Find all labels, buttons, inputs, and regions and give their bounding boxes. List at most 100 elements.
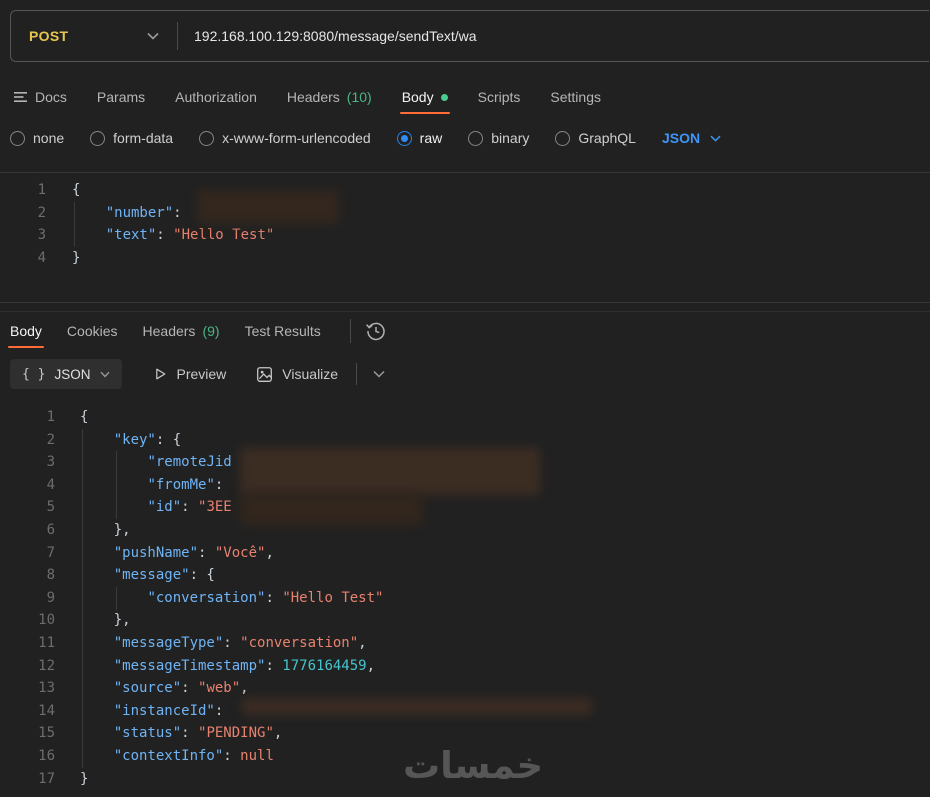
body-type-form-data[interactable]: form-data <box>90 130 173 146</box>
tab-label: Settings <box>550 89 601 105</box>
tab-label: Test Results <box>244 323 321 339</box>
khamsat-watermark: خمسات <box>403 744 544 787</box>
body-type-graphql[interactable]: GraphQL <box>555 130 636 146</box>
code-text: }, <box>113 612 131 629</box>
body-type-raw[interactable]: raw <box>396 130 443 146</box>
visualize-button[interactable]: Visualize <box>256 366 338 383</box>
tab-params[interactable]: Params <box>97 80 145 114</box>
line-number: 4 <box>46 476 55 493</box>
code-text: "source": "web", <box>113 680 249 697</box>
code-line: 3 "text": "Hello Test" <box>0 224 930 247</box>
code-line: 1{ <box>0 406 930 429</box>
chevron-down-icon <box>147 32 159 40</box>
line-number: 4 <box>37 249 46 266</box>
tab-settings[interactable]: Settings <box>550 80 601 114</box>
code-text: "message": { <box>113 567 215 584</box>
indent-guide <box>116 587 117 610</box>
radio-label: form-data <box>113 130 174 146</box>
code-text: } <box>72 249 81 266</box>
tab-label: Headers <box>142 323 196 339</box>
radio-icon <box>199 130 215 146</box>
request-body-editor[interactable]: 1{2 "number": 3 "text": "Hello Test" 4} <box>0 172 930 303</box>
code-line: 7 "pushName": "Você", <box>0 542 930 565</box>
code-line: 10 }, <box>0 609 930 632</box>
line-number: 12 <box>38 657 55 674</box>
redacted-region <box>240 493 423 525</box>
divider <box>356 363 358 385</box>
body-type-x-www-form-urlencoded[interactable]: x-www-form-urlencoded <box>199 130 371 146</box>
tab-count: (9) <box>202 323 220 339</box>
indent-guide <box>116 451 117 519</box>
tab-label: Params <box>96 89 146 105</box>
code-text: "fromMe": <box>147 476 232 493</box>
body-type-none[interactable]: none <box>10 130 64 146</box>
method-select[interactable]: POST <box>11 28 177 44</box>
divider <box>349 319 351 343</box>
line-number: 7 <box>46 544 55 561</box>
image-icon <box>257 366 273 382</box>
visualize-label: Visualize <box>282 366 339 382</box>
radio-label: raw <box>419 130 443 146</box>
history-icon[interactable] <box>365 320 387 342</box>
line-number: 8 <box>46 567 55 584</box>
tab-scripts[interactable]: Scripts <box>478 80 521 114</box>
code-line: 6 }, <box>0 519 930 542</box>
chevron-down-icon <box>99 371 110 378</box>
unsaved-changes-dot <box>440 93 448 101</box>
line-number: 2 <box>46 431 55 448</box>
indent-guide <box>82 429 83 768</box>
response-format-label: JSON <box>54 366 91 382</box>
code-text: } <box>80 770 89 787</box>
code-text: "messageType": "conversation", <box>113 634 367 651</box>
response-tab-cookies[interactable]: Cookies <box>67 314 118 348</box>
code-line: 9 "conversation": "Hello Test" <box>0 587 930 610</box>
raw-format-label: JSON <box>661 130 701 146</box>
request-url-bar: POST 192.168.100.129:8080/message/sendTe… <box>10 10 929 62</box>
tab-headers[interactable]: Headers (10) <box>287 80 372 114</box>
code-text: }, <box>113 521 131 538</box>
divider <box>177 22 178 50</box>
response-format-select[interactable]: { } JSON <box>10 359 122 389</box>
code-text: { <box>80 409 89 425</box>
tab-authorization[interactable]: Authorization <box>175 80 257 114</box>
response-toolbar: { } JSON Preview Visualize <box>10 358 385 390</box>
line-number: 13 <box>38 680 55 697</box>
line-number: 9 <box>46 589 55 606</box>
body-type-options: none form-data x-www-form-urlencoded raw bin… <box>10 124 721 152</box>
response-tab-body[interactable]: Body <box>8 314 44 348</box>
url-input[interactable]: 192.168.100.129:8080/message/sendText/wa <box>194 28 477 44</box>
radio-icon <box>396 130 412 146</box>
line-number: 11 <box>38 634 55 651</box>
radio-icon <box>555 130 571 146</box>
code-line: 11 "messageType": "conversation", <box>0 632 930 655</box>
code-line: 15 "status": "PENDING", <box>0 722 930 745</box>
preview-button[interactable]: Preview <box>152 366 227 382</box>
preview-label: Preview <box>176 366 227 382</box>
code-text: "conversation": "Hello Test" <box>147 589 384 606</box>
response-tab-headers[interactable]: Headers (9) <box>143 314 220 348</box>
postman-window: POST 192.168.100.129:8080/message/sendTe… <box>0 0 930 797</box>
line-number: 1 <box>37 182 46 198</box>
radio-label: x-www-form-urlencoded <box>222 130 371 146</box>
code-text: "id": "3EE <box>147 499 232 516</box>
response-tab-test-results[interactable]: Test Results <box>245 314 321 348</box>
body-type-binary[interactable]: binary <box>468 130 529 146</box>
line-number: 6 <box>46 521 55 538</box>
chevron-down-icon[interactable] <box>373 370 385 378</box>
code-text: "contextInfo": null <box>113 747 274 764</box>
line-number: 1 <box>46 409 55 425</box>
raw-format-select[interactable]: JSON <box>662 130 721 146</box>
line-number: 5 <box>46 499 55 516</box>
line-number: 17 <box>38 770 55 787</box>
line-number: 2 <box>37 204 46 221</box>
code-text: "status": "PENDING", <box>113 725 283 742</box>
chevron-down-icon <box>710 135 721 142</box>
docs-list-icon <box>14 91 28 103</box>
response-tabs: Body Cookies Headers (9) Test Results <box>8 312 387 350</box>
radio-icon <box>90 130 106 146</box>
tab-body[interactable]: Body <box>399 80 450 114</box>
redacted-region <box>197 190 339 224</box>
tab-docs[interactable]: Docs <box>14 80 67 114</box>
code-line: 12 "messageTimestamp": 1776164459, <box>0 655 930 678</box>
code-text: "messageTimestamp": 1776164459, <box>113 657 376 674</box>
